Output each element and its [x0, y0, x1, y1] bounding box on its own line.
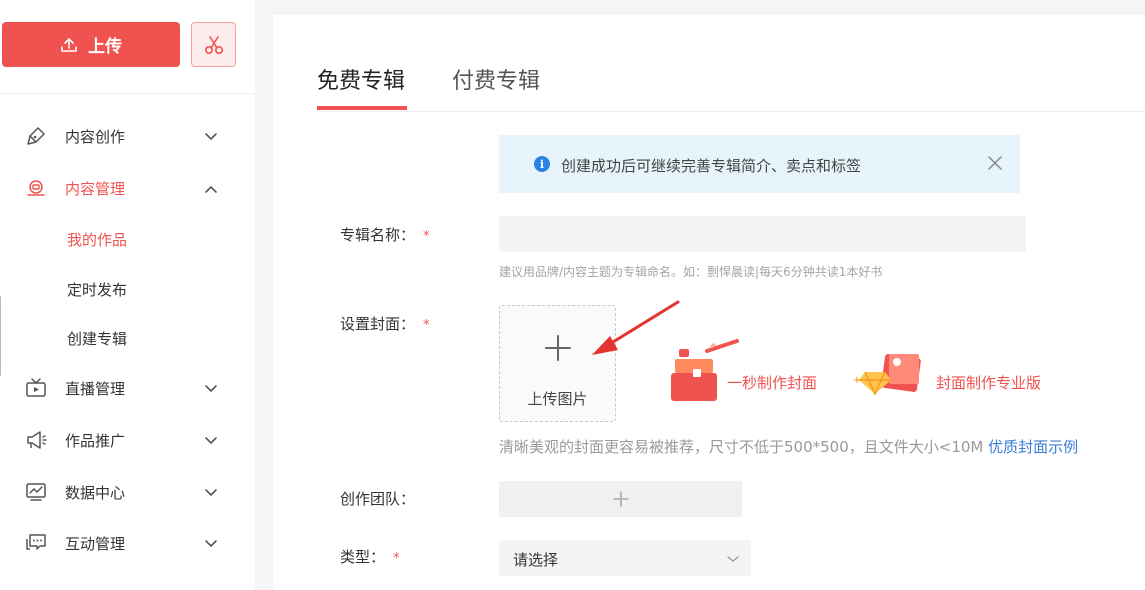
menu-item-data-center[interactable]: 数据中心: [0, 472, 255, 512]
upload-icon: [60, 37, 78, 53]
tab-divider: [317, 111, 1145, 112]
chevron-down-icon: [205, 133, 217, 141]
info-icon: i: [534, 156, 550, 172]
clip-button[interactable]: [191, 22, 236, 67]
megaphone-icon: [24, 429, 48, 451]
chevron-up-icon: [205, 185, 217, 193]
required-mark: *: [423, 318, 430, 333]
pro-cover-text: 封面制作专业版: [936, 374, 1042, 392]
menu-item-live-management[interactable]: 直播管理: [0, 368, 255, 408]
chevron-down-icon: [205, 540, 217, 548]
type-select-value: 请选择: [513, 551, 559, 569]
upload-button-label: 上传: [88, 37, 122, 57]
cover-upload-text: 上传图片: [527, 390, 588, 408]
chevron-down-icon: [205, 489, 217, 497]
chevron-down-icon: [205, 385, 217, 393]
upload-button[interactable]: 上传: [2, 22, 180, 67]
menu-item-label: 直播管理: [65, 379, 126, 398]
chart-icon: [24, 481, 48, 503]
quick-cover-text: 一秒制作封面: [727, 374, 818, 392]
menu-item-content-management[interactable]: 内容管理: [0, 168, 255, 208]
cover-hint: 清晰美观的封面更容易被推荐，尺寸不低于500*500，且文件大小<10M 优质封…: [499, 436, 1078, 457]
active-tab-indicator: [317, 106, 407, 110]
album-name-label: 专辑名称： *: [340, 224, 430, 245]
sidebar: 上传 内容创作 内容管理 我的作品 定时发布 创建专辑 直播管理 作品推广 数据…: [0, 0, 255, 590]
chevron-down-icon: [205, 437, 217, 445]
plus-icon: [545, 335, 571, 361]
sub-item-scheduled-publish[interactable]: 定时发布: [67, 279, 127, 300]
close-icon[interactable]: [986, 154, 1004, 172]
chevron-down-icon: [727, 556, 739, 562]
chat-icon: [24, 532, 48, 554]
content-manage-icon: [24, 177, 48, 199]
tab-paid-album[interactable]: 付费专辑: [452, 63, 540, 95]
menu-item-interaction[interactable]: 互动管理: [0, 523, 255, 563]
pen-nib-icon: [24, 125, 48, 147]
cover-label-text: 设置封面：: [340, 315, 416, 333]
info-notice: i 创建成功后可继续完善专辑简介、卖点和标签: [499, 135, 1020, 193]
plus-icon: [612, 491, 629, 507]
scissors-icon: [204, 35, 223, 54]
required-mark: *: [393, 551, 400, 566]
team-label: 创作团队：: [340, 490, 416, 508]
sidebar-scrollbar[interactable]: [0, 296, 3, 376]
type-label-text: 类型：: [340, 548, 386, 566]
required-mark: *: [423, 229, 430, 244]
menu-item-promotion[interactable]: 作品推广: [0, 420, 255, 460]
type-label: 类型： *: [340, 546, 400, 567]
menu-item-label: 内容管理: [65, 179, 126, 198]
diamond-icon: [853, 354, 921, 396]
menu-item-content-creation[interactable]: 内容创作: [0, 116, 255, 156]
menu-item-label: 内容创作: [65, 127, 126, 146]
notice-text: 创建成功后可继续完善专辑简介、卖点和标签: [561, 157, 862, 175]
cover-label: 设置封面： *: [340, 313, 430, 334]
type-select[interactable]: 请选择: [499, 540, 751, 576]
tv-icon: [24, 377, 48, 399]
album-name-label-text: 专辑名称：: [340, 226, 416, 244]
sub-item-create-album[interactable]: 创建专辑: [67, 328, 127, 349]
pro-cover-button[interactable]: 封面制作专业版: [849, 350, 1059, 412]
main-panel: 免费专辑 付费专辑 i 创建成功后可继续完善专辑简介、卖点和标签 专辑名称： * …: [273, 15, 1145, 590]
menu-item-label: 互动管理: [65, 534, 126, 553]
cover-hint-text: 清晰美观的封面更容易被推荐，尺寸不低于500*500，且文件大小<10M: [499, 438, 984, 456]
quick-cover-button[interactable]: 一秒制作封面: [665, 339, 835, 409]
album-name-input[interactable]: [499, 216, 1026, 252]
menu-item-label: 数据中心: [65, 483, 126, 502]
tab-free-album[interactable]: 免费专辑: [317, 63, 405, 95]
sidebar-divider: [0, 93, 255, 94]
add-team-member-button[interactable]: [499, 481, 742, 517]
album-name-hint: 建议用品牌/内容主题为专辑命名。如：剽悍晨读|每天6分钟共读1本好书: [499, 265, 883, 279]
cover-example-link[interactable]: 优质封面示例: [988, 438, 1078, 456]
menu-item-label: 作品推广: [65, 431, 126, 450]
sub-item-my-works[interactable]: 我的作品: [67, 229, 127, 250]
